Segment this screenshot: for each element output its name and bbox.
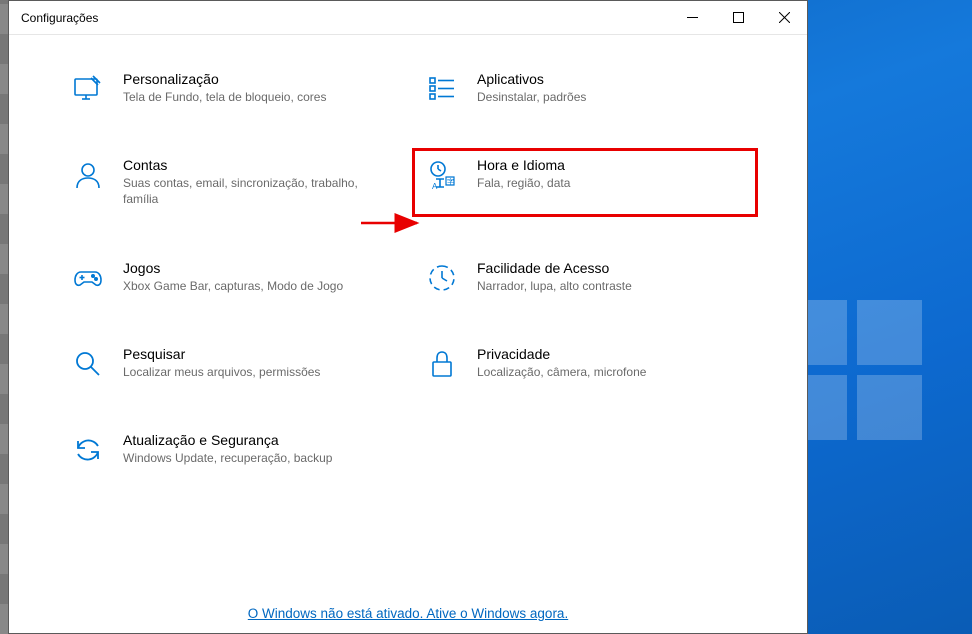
category-title: Privacidade [477, 346, 735, 362]
update-icon [71, 432, 105, 466]
category-title: Pesquisar [123, 346, 381, 362]
activation-link[interactable]: O Windows não está ativado. Ative o Wind… [248, 606, 568, 621]
desktop-left-strip [0, 0, 8, 634]
category-gaming[interactable]: Jogos Xbox Game Bar, capturas, Modo de J… [59, 252, 403, 302]
category-desc: Windows Update, recuperação, backup [123, 450, 381, 466]
svg-text:A: A [432, 182, 438, 191]
category-desc: Suas contas, email, sincronização, traba… [123, 175, 381, 207]
category-desc: Tela de Fundo, tela de bloqueio, cores [123, 89, 381, 105]
search-icon [71, 346, 105, 380]
category-apps[interactable]: Aplicativos Desinstalar, padrões [413, 63, 757, 113]
category-desc: Fala, região, data [477, 175, 735, 191]
category-privacy[interactable]: Privacidade Localização, câmera, microfo… [413, 338, 757, 388]
titlebar: Configurações [9, 1, 807, 35]
category-desc: Localização, câmera, microfone [477, 364, 735, 380]
category-grid: Personalização Tela de Fundo, tela de bl… [59, 63, 757, 474]
category-desc: Narrador, lupa, alto contraste [477, 278, 735, 294]
time-language-icon: 字 A [425, 157, 459, 191]
close-button[interactable] [761, 1, 807, 34]
gaming-icon [71, 260, 105, 294]
category-accounts[interactable]: Contas Suas contas, email, sincronização… [59, 149, 403, 215]
settings-window: Configurações [8, 0, 808, 634]
category-ease-of-access[interactable]: Facilidade de Acesso Narrador, lupa, alt… [413, 252, 757, 302]
privacy-icon [425, 346, 459, 380]
accounts-icon [71, 157, 105, 191]
category-title: Facilidade de Acesso [477, 260, 735, 276]
category-title: Contas [123, 157, 381, 173]
window-controls [669, 1, 807, 34]
category-desc: Localizar meus arquivos, permissões [123, 364, 381, 380]
ease-of-access-icon [425, 260, 459, 294]
category-search[interactable]: Pesquisar Localizar meus arquivos, permi… [59, 338, 403, 388]
activation-footer: O Windows não está ativado. Ative o Wind… [9, 605, 807, 623]
category-title: Jogos [123, 260, 381, 276]
category-time-language[interactable]: 字 A Hora e Idioma Fala, região, data [413, 149, 757, 215]
category-title: Aplicativos [477, 71, 735, 87]
category-personalization[interactable]: Personalização Tela de Fundo, tela de bl… [59, 63, 403, 113]
category-desc: Xbox Game Bar, capturas, Modo de Jogo [123, 278, 381, 294]
settings-content: Personalização Tela de Fundo, tela de bl… [9, 35, 807, 633]
maximize-button[interactable] [715, 1, 761, 34]
category-desc: Desinstalar, padrões [477, 89, 735, 105]
category-title: Personalização [123, 71, 381, 87]
svg-text:字: 字 [447, 177, 454, 186]
category-title: Atualização e Segurança [123, 432, 381, 448]
category-update-security[interactable]: Atualização e Segurança Windows Update, … [59, 424, 403, 474]
category-title: Hora e Idioma [477, 157, 735, 173]
apps-icon [425, 71, 459, 105]
window-title: Configurações [21, 11, 98, 25]
minimize-button[interactable] [669, 1, 715, 34]
personalization-icon [71, 71, 105, 105]
